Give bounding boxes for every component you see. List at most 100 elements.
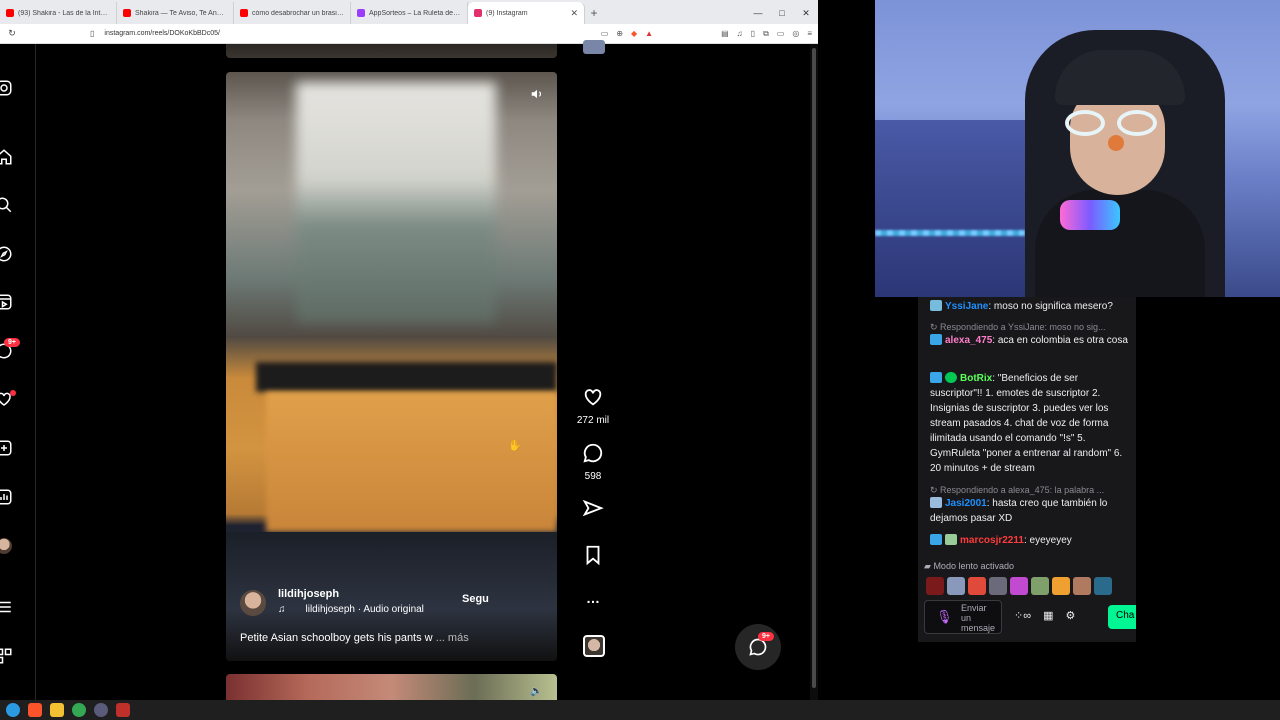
emote[interactable] bbox=[968, 577, 986, 595]
chat-text: : "Beneficios de ser suscriptor"!! 1. em… bbox=[930, 373, 1123, 474]
panel-icon[interactable]: ▯ bbox=[751, 29, 755, 38]
caption-text: Petite Asian schoolboy gets his pants w bbox=[240, 632, 433, 644]
bookmark-icon[interactable]: ▯ bbox=[90, 29, 94, 38]
previous-audio-thumbnail[interactable] bbox=[583, 40, 605, 54]
profile-avatar[interactable] bbox=[0, 536, 14, 556]
reels-icon[interactable] bbox=[0, 292, 14, 312]
chat-username[interactable]: YssiJane bbox=[945, 301, 988, 312]
webcam-microphone bbox=[1060, 200, 1120, 230]
video-counter-scene bbox=[256, 362, 557, 392]
minimize-button[interactable]: — bbox=[746, 8, 770, 18]
comment-icon bbox=[583, 443, 603, 463]
more-options-button[interactable]: … bbox=[573, 590, 613, 606]
chat-username[interactable]: marcosjr2211 bbox=[960, 535, 1024, 546]
next-reel-speaker-icon[interactable]: 🔈 bbox=[530, 686, 542, 697]
sidebar-icon[interactable]: ▤ bbox=[721, 29, 729, 38]
comment-count: 598 bbox=[584, 471, 602, 482]
store-icon[interactable]: ▦ bbox=[1043, 609, 1053, 622]
dashboard-icon[interactable] bbox=[0, 487, 14, 507]
chat-tools: ⁘∞ ▦ ⚙ bbox=[1014, 609, 1075, 622]
menu-icon[interactable]: ≡ bbox=[807, 29, 812, 38]
file-explorer-icon[interactable] bbox=[50, 703, 64, 717]
close-window-button[interactable]: ✕ bbox=[794, 8, 818, 19]
scrollbar-thumb[interactable] bbox=[812, 48, 816, 688]
user-badge-icon bbox=[930, 534, 942, 545]
instagram-logo-icon[interactable] bbox=[0, 78, 14, 98]
chat-reply-context: ↻ Respondiendo a YssiJane: moso no sig..… bbox=[930, 322, 1106, 332]
settings-icon[interactable]: ⚙ bbox=[1065, 609, 1075, 622]
chat-username[interactable]: alexa_475 bbox=[945, 335, 992, 346]
emote[interactable] bbox=[1094, 577, 1112, 595]
tab-4[interactable]: AppSorteos – La Ruleta de la Suerte bbox=[351, 2, 468, 24]
like-button[interactable]: 272 mil bbox=[573, 386, 613, 426]
emote[interactable] bbox=[989, 577, 1007, 595]
vpn-icon[interactable]: ◎ bbox=[792, 29, 799, 38]
reload-icon[interactable]: ↻ bbox=[0, 28, 24, 39]
stream-chat: YssiJane: moso no significa mesero? ↻ Re… bbox=[918, 297, 1136, 642]
new-tab-button[interactable]: + bbox=[585, 2, 603, 24]
speaker-icon[interactable] bbox=[527, 84, 547, 104]
app-icon[interactable] bbox=[116, 703, 130, 717]
emote[interactable] bbox=[1010, 577, 1028, 595]
share-button[interactable] bbox=[573, 498, 613, 525]
save-button[interactable] bbox=[573, 544, 613, 571]
zoom-icon[interactable]: ⊕ bbox=[616, 29, 623, 38]
screen: (93) Shakira - Las de la Intuición (L Sh… bbox=[0, 0, 1280, 720]
follow-button[interactable]: Segu bbox=[462, 593, 489, 605]
next-reel-preview[interactable] bbox=[226, 674, 557, 700]
maximize-button[interactable]: □ bbox=[770, 8, 794, 18]
reel-video[interactable]: lildihjoseph ♫ lildihjoseph · Audio origi… bbox=[226, 72, 557, 661]
create-icon[interactable] bbox=[0, 438, 14, 458]
chat-reply-context: ↻ Respondiendo a alexa_475: la palabra .… bbox=[930, 485, 1105, 495]
rewards-icon[interactable]: ▲ bbox=[645, 29, 653, 38]
shield-icon[interactable]: ◆ bbox=[631, 29, 637, 38]
more-menu-icon[interactable] bbox=[0, 597, 14, 617]
author-username[interactable]: lildihjoseph bbox=[278, 588, 339, 600]
obs-icon[interactable] bbox=[94, 703, 108, 717]
emote[interactable] bbox=[926, 577, 944, 595]
tab-5-instagram[interactable]: (9) Instagram ✕ bbox=[468, 2, 585, 24]
url-field[interactable]: instagram.com/reels/DOKoKbBDc05/ bbox=[104, 30, 220, 37]
search-icon[interactable] bbox=[0, 195, 14, 215]
close-tab-icon[interactable]: ✕ bbox=[570, 8, 578, 19]
reel-caption: Petite Asian schoolboy gets his pants w … bbox=[240, 632, 540, 644]
edge-icon[interactable] bbox=[6, 703, 20, 717]
mic-icon[interactable]: 🎙 bbox=[936, 609, 953, 625]
user-badge-icon bbox=[930, 300, 942, 311]
comment-button[interactable]: 598 bbox=[573, 442, 613, 482]
music-icon[interactable]: ♫ bbox=[737, 29, 743, 38]
emote[interactable] bbox=[1052, 577, 1070, 595]
wallet-icon[interactable]: ▭ bbox=[777, 29, 785, 38]
apps-icon[interactable] bbox=[0, 646, 14, 666]
chat-send-button[interactable]: Cha bbox=[1108, 605, 1136, 629]
chat-message: alexa_475: aca en colombia es otra cosa bbox=[930, 333, 1130, 348]
brave-icon[interactable] bbox=[28, 703, 42, 717]
user-badge-icon bbox=[930, 334, 942, 345]
tab-3[interactable]: cómo desabrochar un brasier a una m bbox=[234, 2, 351, 24]
video-window-scene bbox=[296, 82, 496, 322]
explore-icon[interactable] bbox=[0, 244, 14, 264]
extensions-icon[interactable]: ⧉ bbox=[763, 29, 769, 39]
emote[interactable] bbox=[1073, 577, 1091, 595]
chat-username[interactable]: BotRix bbox=[960, 373, 992, 384]
points-icon[interactable]: ⁘∞ bbox=[1014, 609, 1031, 622]
author-avatar[interactable] bbox=[240, 590, 266, 616]
emote[interactable] bbox=[947, 577, 965, 595]
chrome-icon[interactable] bbox=[72, 703, 86, 717]
chat-message: BotRix: "Beneficios de ser suscriptor"!!… bbox=[930, 371, 1130, 476]
chat-text: : moso no significa mesero? bbox=[988, 301, 1113, 312]
tab-2[interactable]: Shakira — Te Aviso, Te Anuncio (Lat bbox=[117, 2, 234, 24]
audio-thumbnail[interactable] bbox=[583, 635, 605, 657]
emote[interactable] bbox=[1031, 577, 1049, 595]
cast-icon[interactable]: ▭ bbox=[601, 29, 609, 38]
chat-message: YssiJane: moso no significa mesero? bbox=[930, 299, 1130, 314]
home-icon[interactable] bbox=[0, 147, 14, 167]
chat-username[interactable]: Jasi2001 bbox=[945, 498, 987, 509]
audio-info[interactable]: ♫ lildihjoseph · Audio original bbox=[278, 604, 424, 615]
messages-fab[interactable] bbox=[735, 624, 781, 670]
caption-more-link[interactable]: ... más bbox=[436, 632, 469, 644]
tab-1[interactable]: (93) Shakira - Las de la Intuición (L bbox=[0, 2, 117, 24]
previous-reel-preview[interactable] bbox=[226, 44, 557, 58]
webcam-shelf bbox=[875, 120, 1025, 297]
page-scrollbar[interactable] bbox=[810, 44, 818, 700]
